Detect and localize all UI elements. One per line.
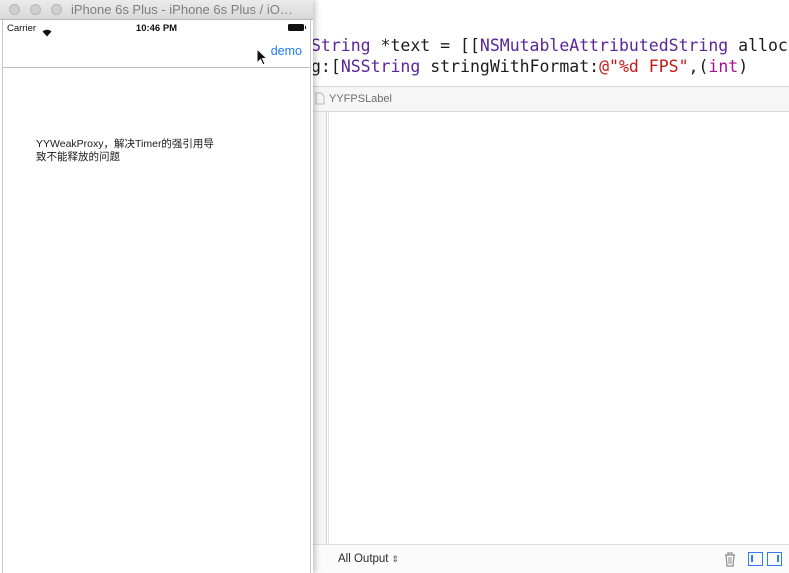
code-token: *text = [[ — [380, 36, 480, 55]
mouse-pointer-icon — [256, 47, 269, 66]
iphone-screen: Carrier 10:46 PM demo YYWeakProxy，解决Time… — [2, 20, 311, 573]
chevron-updown-icon: ⇕ — [391, 554, 400, 564]
code-line-1[interactable]: String *text = [[NSMutableAttributedStri… — [311, 36, 788, 55]
demo-button[interactable]: demo — [271, 44, 302, 58]
file-icon — [315, 92, 327, 106]
battery-icon — [288, 24, 306, 31]
status-bar: Carrier 10:46 PM — [3, 20, 310, 37]
left-panel-icon[interactable] — [748, 552, 763, 566]
output-selector[interactable]: All Output ⇕ — [338, 553, 399, 565]
code-token: NSMutableAttributedString — [479, 36, 729, 55]
code-token: ) — [738, 57, 749, 76]
list-item[interactable]: YYWeakProxy，解决Timer的强引用导致不能释放的问题 — [36, 138, 216, 164]
code-token: stringWithFormat: — [420, 57, 600, 76]
code-token: NSString — [340, 57, 421, 76]
jump-bar[interactable]: YYFPSLabel — [311, 86, 789, 112]
editor-gutter — [311, 112, 327, 573]
list-item-title: YYWeakProxy，解决Timer的强引用导致不能释放的问题 — [36, 138, 214, 163]
code-token: ,( — [688, 57, 709, 76]
debug-console-output[interactable] — [328, 112, 789, 544]
code-token: String — [311, 36, 381, 55]
debug-bottom-bar: All Output ⇕ — [311, 544, 789, 573]
simulator-window: iPhone 6s Plus - iPhone 6s Plus / iO… Ca… — [0, 0, 313, 573]
output-selector-label: All Output — [338, 553, 389, 565]
code-token: @"%d FPS" — [599, 57, 689, 76]
code-token: g:[ — [311, 57, 341, 76]
code-token: alloc — [728, 36, 788, 55]
code-line-2[interactable]: g:[NSString stringWithFormat:@"%d FPS",(… — [311, 57, 748, 76]
window-title: iPhone 6s Plus - iPhone 6s Plus / iO… — [71, 2, 293, 17]
window-titlebar[interactable]: iPhone 6s Plus - iPhone 6s Plus / iO… — [0, 0, 313, 20]
close-button[interactable] — [9, 4, 20, 15]
status-time: 10:46 PM — [135, 23, 178, 34]
right-panel-icon[interactable] — [767, 552, 782, 566]
minimize-button[interactable] — [30, 4, 41, 15]
zoom-button[interactable] — [51, 4, 62, 15]
code-token: int — [708, 57, 739, 76]
trash-icon[interactable] — [723, 551, 737, 567]
jump-bar-label[interactable]: YYFPSLabel — [329, 93, 392, 105]
